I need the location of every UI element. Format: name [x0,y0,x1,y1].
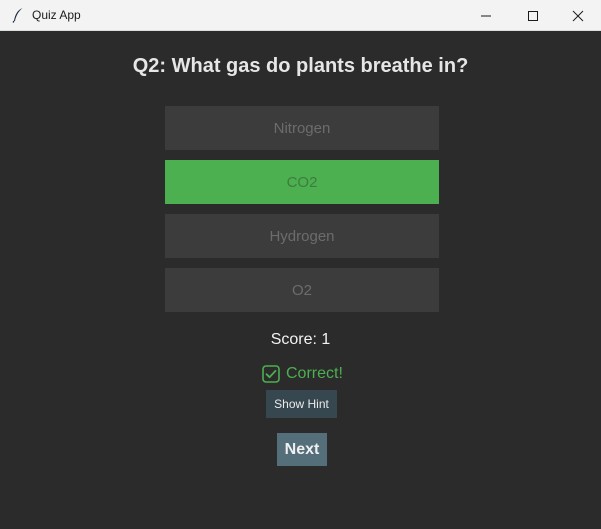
option-label: Nitrogen [273,119,331,137]
feedback-text: Correct! [286,365,343,382]
feather-icon [12,8,23,23]
option-label: CO2 [286,173,318,191]
close-button[interactable] [555,0,601,31]
option-button-nitrogen[interactable]: Nitrogen [165,106,439,150]
checkbox-check-icon [262,365,280,383]
maximize-button[interactable] [510,0,556,31]
score-label: Score: 1 [270,331,331,348]
quiz-panel: Q2: What gas do plants breathe in? Nitro… [0,31,601,529]
minimize-icon [481,15,491,16]
next-button[interactable]: Next [277,433,327,466]
show-hint-button[interactable]: Show Hint [266,390,337,418]
minimize-button[interactable] [463,0,509,31]
question-text: Q2: What gas do plants breathe in? [132,55,469,77]
option-button-co2[interactable]: CO2 [165,160,439,204]
title-bar: Quiz App [0,0,601,31]
option-label: O2 [291,281,312,299]
close-icon [572,10,584,21]
feedback-message: Correct! [262,364,343,384]
option-button-o2[interactable]: O2 [165,268,439,312]
option-button-hydrogen[interactable]: Hydrogen [165,214,439,258]
window-title: Quiz App [32,8,81,22]
maximize-icon [528,10,538,21]
option-label: Hydrogen [269,227,335,245]
